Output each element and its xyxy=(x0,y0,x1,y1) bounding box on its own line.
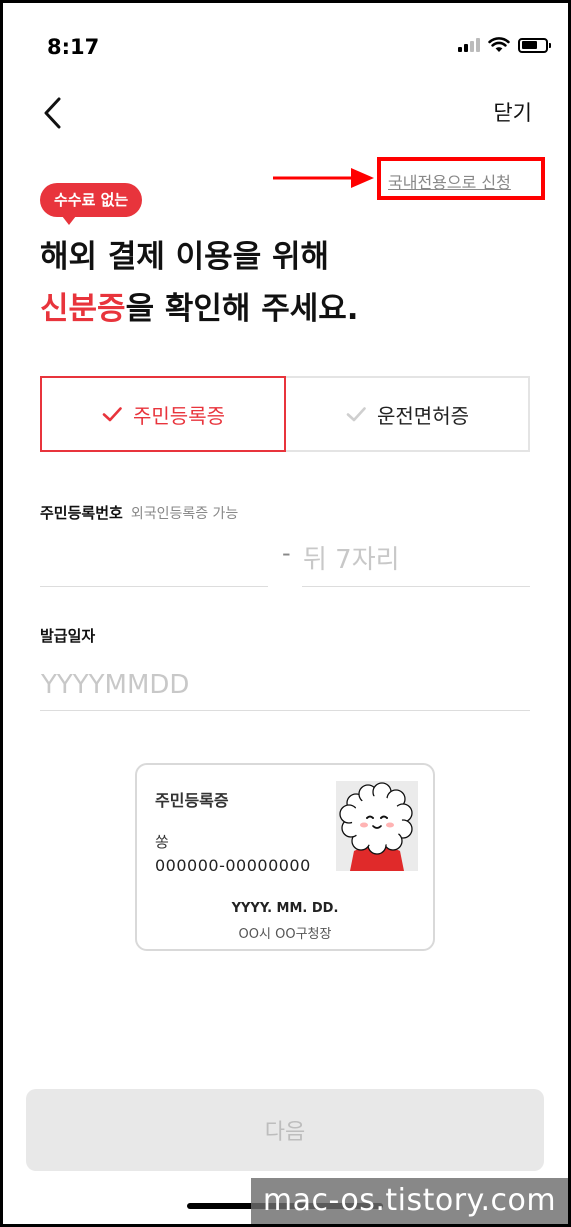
issue-date-input[interactable] xyxy=(40,659,530,711)
resident-number-back-input[interactable] xyxy=(302,533,530,587)
watermark: mac-os.tistory.com xyxy=(251,1178,568,1224)
resident-number-label-text: 주민등록번호 xyxy=(40,504,123,522)
battery-icon xyxy=(518,37,551,53)
chevron-left-icon xyxy=(44,97,61,129)
close-button[interactable]: 닫기 xyxy=(493,97,532,127)
tab-resident-card-label: 주민등록증 xyxy=(133,403,225,428)
card-number: 000000-00000000 xyxy=(155,856,311,875)
back-button[interactable] xyxy=(39,95,69,131)
page-title: 해외 결제 이용을 위해 신분증을 확인해 주세요. xyxy=(40,231,359,335)
tab-resident-card[interactable]: 주민등록증 xyxy=(40,376,286,452)
resident-number-separator: - xyxy=(282,539,291,567)
issue-date-label: 발급일자 xyxy=(40,627,96,645)
status-time: 8:17 xyxy=(47,35,100,59)
headline-line2: 신분증을 확인해 주세요. xyxy=(40,283,359,335)
screen: 8:17 닫기 국내전용으로 신청 수수료 없는 해외 결제 이용을 위해 신분… xyxy=(3,3,568,1224)
resident-number-label: 주민등록번호 외국인등록증 가능 xyxy=(40,502,238,523)
id-type-tabs: 주민등록증 운전면허증 xyxy=(40,376,530,452)
sample-id-card: 주민등록증 쏭 000000-00000000 YYYY. MM. DD. OO… xyxy=(135,763,435,951)
card-name: 쏭 xyxy=(155,833,169,851)
next-button[interactable]: 다음 xyxy=(26,1089,544,1171)
no-fee-badge: 수수료 없는 xyxy=(40,183,143,225)
tab-drivers-license[interactable]: 운전면허증 xyxy=(286,376,530,452)
headline-accent: 신분증 xyxy=(40,291,126,327)
mascot-photo xyxy=(336,781,418,871)
headline-line2-rest: 을 확인해 주세요. xyxy=(125,291,359,327)
wifi-icon xyxy=(488,37,510,52)
status-icons xyxy=(458,37,551,53)
card-issuer: OO시 OO구청장 xyxy=(238,927,332,942)
domestic-only-link[interactable]: 국내전용으로 신청 xyxy=(388,169,511,193)
tab-drivers-license-label: 운전면허증 xyxy=(377,403,469,428)
resident-number-front-input[interactable] xyxy=(40,533,268,587)
signal-icon xyxy=(458,38,480,52)
check-icon xyxy=(346,407,366,422)
check-icon xyxy=(102,407,122,422)
red-arrow-annotation xyxy=(273,168,374,188)
card-date: YYYY. MM. DD. xyxy=(231,901,339,916)
resident-number-hint: 외국인등록증 가능 xyxy=(130,506,239,522)
headline-line1: 해외 결제 이용을 위해 xyxy=(40,239,330,275)
card-title: 주민등록증 xyxy=(155,791,229,810)
